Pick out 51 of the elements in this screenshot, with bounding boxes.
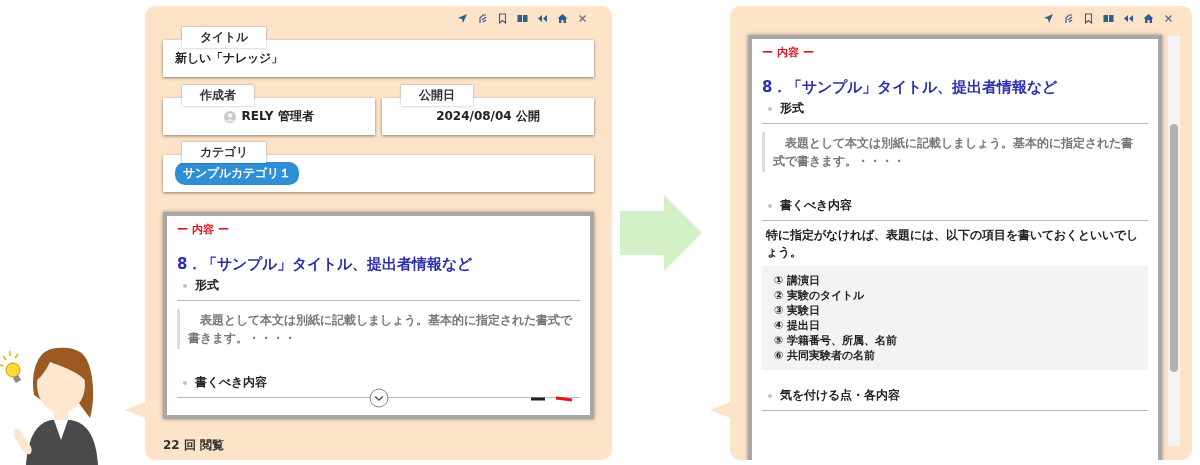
home-icon[interactable]: [557, 12, 568, 24]
lightbulb-icon: [0, 350, 22, 384]
paragraph: 特に指定がなければ、表題には、以下の項目を書いておくといいでしょう。: [765, 227, 1139, 261]
rewind-icon[interactable]: [1123, 12, 1134, 24]
bullet-icon: [768, 393, 772, 398]
send-icon[interactable]: [457, 12, 468, 24]
send-icon[interactable]: [1043, 12, 1054, 24]
bullet-icon: [183, 380, 187, 385]
bookmark-icon[interactable]: [1083, 12, 1094, 24]
list-item: ⑥ 共同実験者の名前: [774, 349, 877, 362]
marker-strokes-icon: [530, 396, 574, 402]
field-label: 公開日: [401, 85, 473, 106]
field-label: タイトル: [182, 27, 266, 48]
list-item: ② 実験のタイトル: [774, 289, 866, 302]
chevron-down-icon[interactable]: [368, 388, 389, 408]
subheading: 書くべき内容: [780, 197, 852, 214]
subheading: 形式: [195, 277, 219, 294]
field-value: RELY 管理者: [241, 108, 314, 125]
field-value: 新しい「ナレッジ」: [175, 50, 283, 67]
rewind-icon[interactable]: [537, 12, 548, 24]
quote-text: 表題として本文は別紙に記載しましょう。基本的に指定された書式で書きます。・・・・: [762, 132, 1148, 172]
subheading: 形式: [780, 100, 804, 117]
book-icon[interactable]: [1103, 12, 1114, 24]
bullet-icon: [768, 203, 772, 208]
field-label: 作成者: [182, 85, 254, 106]
subheading: 気を付ける点・各内容: [780, 387, 900, 404]
list-item: ④ 提出日: [774, 319, 822, 332]
subheading: 書くべき内容: [195, 374, 267, 391]
close-icon[interactable]: [1163, 12, 1174, 24]
home-icon[interactable]: [1143, 12, 1154, 24]
view-count: 22 回 閲覧: [163, 437, 226, 454]
bullet-icon: [183, 283, 187, 288]
field-label: カテゴリ: [182, 142, 266, 163]
list-item: ① 講演日: [774, 274, 822, 287]
section-label: ー 内容 ー: [762, 45, 814, 60]
scrollbar-thumb[interactable]: [1170, 124, 1178, 372]
list-item: ③ 実験日: [774, 304, 822, 317]
content-heading: 8．「サンプル」タイトル、提出者情報など: [177, 255, 474, 274]
list-item: ⑤ 学籍番号、所属、名前: [774, 334, 899, 347]
book-icon[interactable]: [517, 12, 528, 24]
close-icon[interactable]: [577, 12, 588, 24]
category-tag[interactable]: サンプルカテゴリ１: [175, 162, 299, 185]
quote-text: 表題として本文は別紙に記載しましょう。基本的に指定された書式で書きます。・・・・: [177, 309, 580, 349]
field-value: 2024/08/04 公開: [436, 108, 540, 125]
avatar-icon: [224, 110, 237, 123]
section-label: ー 内容 ー: [177, 222, 229, 237]
scrollbar[interactable]: [1168, 36, 1180, 446]
right-arrow-icon: [620, 195, 702, 271]
bullet-icon: [768, 106, 772, 111]
content-heading: 8．「サンプル」タイトル、提出者情報など: [762, 78, 1059, 97]
bookmark-icon[interactable]: [497, 12, 508, 24]
